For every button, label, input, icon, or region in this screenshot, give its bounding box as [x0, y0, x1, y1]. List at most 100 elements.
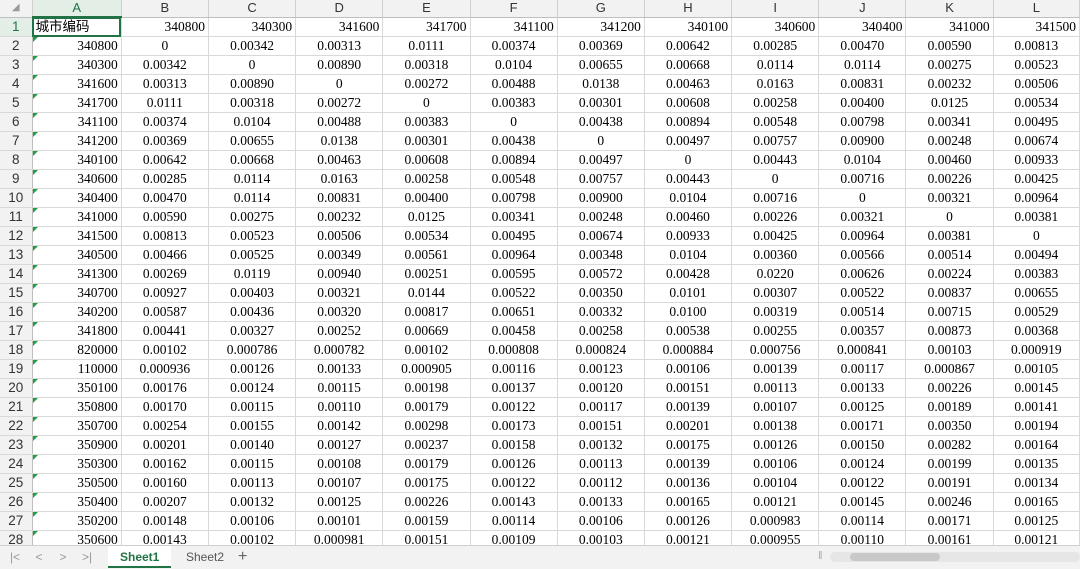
value-cell[interactable]: 0.00143: [470, 492, 558, 512]
value-cell[interactable]: 0.00428: [644, 264, 733, 284]
value-cell[interactable]: 0.00116: [470, 359, 558, 379]
value-cell[interactable]: 0.00102: [121, 340, 209, 360]
value-cell[interactable]: 0.00120: [557, 378, 645, 398]
value-cell[interactable]: 0.00964: [818, 226, 907, 246]
value-cell[interactable]: 0.00538: [644, 321, 733, 341]
value-cell[interactable]: 0.00126: [644, 511, 733, 531]
value-cell[interactable]: 0.00374: [121, 112, 209, 132]
value-cell[interactable]: 0.00318: [208, 93, 297, 113]
value-cell[interactable]: 0.00506: [993, 74, 1080, 94]
value-cell[interactable]: 0.00179: [382, 454, 471, 474]
value-cell[interactable]: 0.0114: [731, 55, 820, 75]
value-cell[interactable]: 0.00137: [470, 378, 558, 398]
value-cell[interactable]: 0.00443: [731, 150, 820, 170]
value-cell[interactable]: 0.00341: [470, 207, 558, 227]
value-cell[interactable]: 0.00139: [644, 397, 733, 417]
value-cell[interactable]: 0.00320: [295, 302, 384, 322]
value-cell[interactable]: 0.00124: [208, 378, 297, 398]
city-code-cell[interactable]: 341100: [32, 112, 122, 132]
value-cell[interactable]: 0.00145: [993, 378, 1080, 398]
row-number[interactable]: 7: [0, 131, 33, 151]
spreadsheet-grid[interactable]: ◢ ABCDEFGHIJKL 1 城市编码 340800 340300 341600…: [0, 0, 1080, 550]
value-cell[interactable]: 0.00102: [382, 340, 471, 360]
value-cell[interactable]: 0.00894: [470, 150, 558, 170]
city-code-cell[interactable]: 341700: [32, 93, 122, 113]
row-number[interactable]: 21: [0, 397, 33, 417]
value-cell[interactable]: 0.000808: [470, 340, 558, 360]
value-cell[interactable]: 0.000867: [905, 359, 994, 379]
value-cell[interactable]: 0.00285: [121, 169, 209, 189]
value-cell[interactable]: 0.00715: [905, 302, 994, 322]
column-header-h[interactable]: H: [644, 0, 733, 18]
value-cell[interactable]: 0.0114: [818, 55, 907, 75]
value-cell[interactable]: 0.0111: [121, 93, 209, 113]
value-cell[interactable]: 0.00110: [295, 397, 384, 417]
row-number[interactable]: 1: [0, 17, 33, 37]
value-cell[interactable]: 0.00572: [557, 264, 645, 284]
value-cell[interactable]: 0.000756: [731, 340, 820, 360]
value-cell[interactable]: 0.00348: [557, 245, 645, 265]
header-city-code-cell[interactable]: 340600: [731, 17, 820, 37]
value-cell[interactable]: 0.00894: [644, 112, 733, 132]
value-cell[interactable]: 0.00400: [818, 93, 907, 113]
value-cell[interactable]: 0.00900: [818, 131, 907, 151]
value-cell[interactable]: 0.00155: [208, 416, 297, 436]
value-cell[interactable]: 0: [470, 112, 558, 132]
last-sheet-nav-icon[interactable]: >|: [80, 549, 94, 565]
value-cell[interactable]: 0.00107: [731, 397, 820, 417]
value-cell[interactable]: 0.00425: [731, 226, 820, 246]
value-cell[interactable]: 0.00590: [905, 36, 994, 56]
value-cell[interactable]: 0.0104: [208, 112, 297, 132]
value-cell[interactable]: 0.00349: [295, 245, 384, 265]
column-header-f[interactable]: F: [470, 0, 558, 18]
value-cell[interactable]: 0.00117: [557, 397, 645, 417]
value-cell[interactable]: 0.00466: [121, 245, 209, 265]
value-cell[interactable]: 0.00964: [470, 245, 558, 265]
value-cell[interactable]: 0.00134: [993, 473, 1080, 493]
value-cell[interactable]: 0.00132: [557, 435, 645, 455]
value-cell[interactable]: 0.00608: [644, 93, 733, 113]
value-cell[interactable]: 0.00108: [295, 454, 384, 474]
value-cell[interactable]: 0.00403: [208, 283, 297, 303]
value-cell[interactable]: 0.00151: [557, 416, 645, 436]
column-header-j[interactable]: J: [818, 0, 907, 18]
city-code-cell[interactable]: 110000: [32, 359, 122, 379]
value-cell[interactable]: 0.00383: [382, 112, 471, 132]
value-cell[interactable]: 0.00165: [993, 492, 1080, 512]
value-cell[interactable]: 0.00964: [993, 188, 1080, 208]
row-number[interactable]: 26: [0, 492, 33, 512]
column-header-d[interactable]: D: [295, 0, 384, 18]
column-header-k[interactable]: K: [905, 0, 994, 18]
city-code-cell[interactable]: 820000: [32, 340, 122, 360]
value-cell[interactable]: 0.00313: [121, 74, 209, 94]
value-cell[interactable]: 0: [644, 150, 733, 170]
value-cell[interactable]: 0.00383: [993, 264, 1080, 284]
value-cell[interactable]: 0.00460: [644, 207, 733, 227]
value-cell[interactable]: 0.00495: [993, 112, 1080, 132]
row-number[interactable]: 17: [0, 321, 33, 341]
header-city-code-cell[interactable]: 341600: [295, 17, 384, 37]
value-cell[interactable]: 0.00105: [993, 359, 1080, 379]
city-code-cell[interactable]: 350500: [32, 473, 122, 493]
value-cell[interactable]: 0.00817: [382, 302, 471, 322]
value-cell[interactable]: 0.00595: [470, 264, 558, 284]
value-cell[interactable]: 0.00275: [905, 55, 994, 75]
value-cell[interactable]: 0.0125: [905, 93, 994, 113]
value-cell[interactable]: 0.00171: [905, 511, 994, 531]
value-cell[interactable]: 0.00124: [818, 454, 907, 474]
value-cell[interactable]: 0.000905: [382, 359, 471, 379]
city-code-cell[interactable]: 340500: [32, 245, 122, 265]
value-cell[interactable]: 0.00301: [557, 93, 645, 113]
value-cell[interactable]: 0: [208, 55, 297, 75]
value-cell[interactable]: 0.00757: [731, 131, 820, 151]
value-cell[interactable]: 0.00488: [470, 74, 558, 94]
value-cell[interactable]: 0.00381: [905, 226, 994, 246]
city-code-cell[interactable]: 340600: [32, 169, 122, 189]
city-code-cell[interactable]: 340700: [32, 283, 122, 303]
value-cell[interactable]: 0.00189: [905, 397, 994, 417]
value-cell[interactable]: 0.0104: [644, 245, 733, 265]
value-cell[interactable]: 0.00158: [470, 435, 558, 455]
city-code-cell[interactable]: 350200: [32, 511, 122, 531]
row-number[interactable]: 12: [0, 226, 33, 246]
value-cell[interactable]: 0.00497: [557, 150, 645, 170]
